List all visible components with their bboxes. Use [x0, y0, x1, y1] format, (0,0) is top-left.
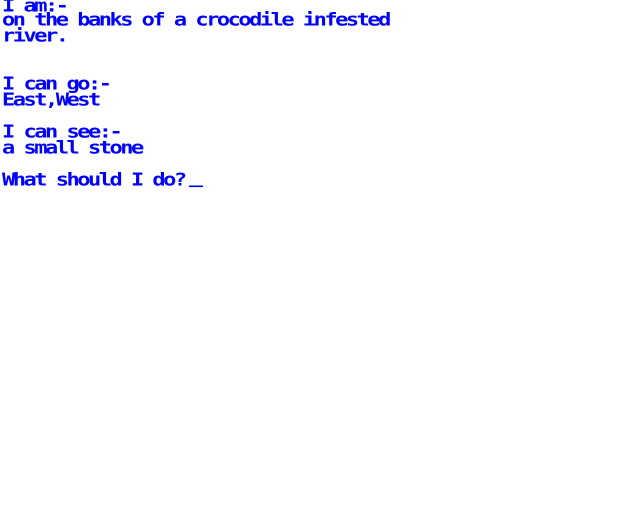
command-prompt-line[interactable]: What should I do? [2, 171, 203, 189]
command-prompt: What should I do? [2, 169, 187, 191]
location-description-line-2: river. [2, 25, 69, 47]
game-screen: I am:- on the banks of a crocodile infes… [0, 0, 640, 512]
items-list: a small stone [2, 137, 144, 159]
exits-list: East,West [2, 89, 101, 111]
text-cursor [188, 185, 203, 188]
